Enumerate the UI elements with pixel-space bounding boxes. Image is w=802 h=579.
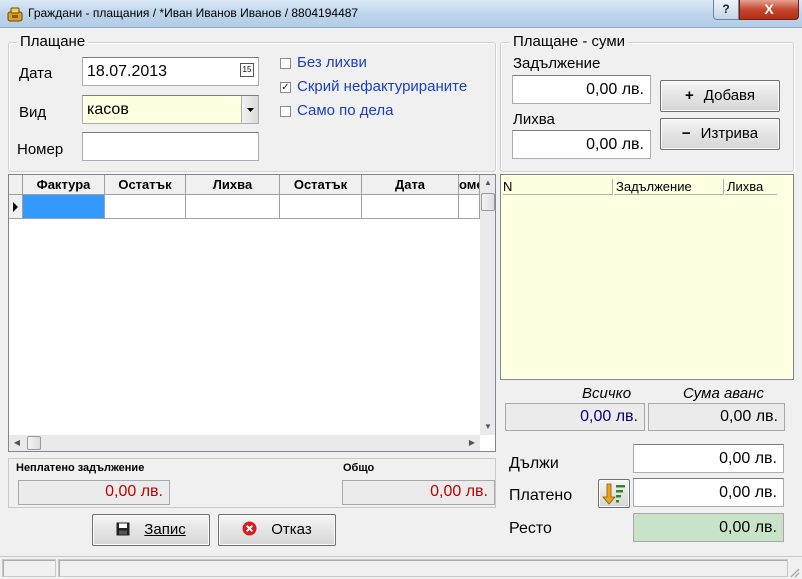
liability-label: Задължение — [513, 55, 601, 72]
save-button[interactable]: Запис — [92, 514, 210, 546]
delete-button[interactable]: − Изтрива — [660, 118, 780, 150]
help-button[interactable]: ? — [713, 0, 739, 20]
cases-only-label[interactable]: Само по дела — [297, 102, 394, 119]
row-pointer-icon — [13, 202, 18, 212]
scroll-thumb[interactable] — [481, 193, 495, 211]
grid-cell-selected[interactable] — [23, 195, 105, 219]
all-label: Всичко — [582, 385, 632, 402]
status-panel-2 — [58, 559, 788, 577]
total-value: 0,00 лв. — [342, 480, 495, 505]
type-value: касов — [87, 101, 129, 118]
grid-vertical-scrollbar[interactable]: ▲ ▼ — [480, 175, 495, 435]
add-label: Добавя — [703, 87, 755, 104]
add-button[interactable]: + Добавя — [660, 80, 780, 112]
cancel-icon — [242, 521, 257, 536]
window-title: Граждани - плащания / *Иван Иванов Ивано… — [28, 6, 359, 20]
status-bar — [0, 556, 802, 579]
grid-header-invoice[interactable]: Фактура — [23, 175, 105, 195]
number-label: Номер — [17, 141, 64, 158]
type-dropdown-button[interactable] — [241, 96, 258, 123]
change-value: 0,00 лв. — [633, 513, 784, 542]
owes-label: Дължи — [509, 455, 559, 472]
grid-header-date[interactable]: Дата — [362, 175, 459, 195]
sums-group-title: Плащане - суми — [510, 33, 629, 50]
hide-uninvoiced-checkbox[interactable]: ✓ — [280, 82, 291, 93]
advance-value: 0,00 лв. — [648, 403, 785, 431]
all-value: 0,00 лв. — [505, 403, 645, 431]
plus-icon: + — [685, 87, 694, 104]
scroll-left-arrow[interactable]: ◀ — [9, 435, 25, 451]
status-panel-1 — [2, 559, 56, 577]
close-button[interactable]: X — [739, 0, 799, 20]
type-label: Вид — [19, 104, 47, 121]
scroll-down-arrow[interactable]: ▼ — [480, 419, 495, 435]
scroll-thumb-horizontal[interactable] — [27, 436, 41, 450]
grid-cell[interactable] — [186, 195, 280, 219]
grid-row-indicator — [9, 195, 23, 219]
unpaid-value: 0,00 лв. — [18, 480, 170, 505]
grid-cell[interactable] — [459, 195, 480, 219]
sums-grid-header-n[interactable]: N — [503, 179, 613, 195]
invoices-grid[interactable]: Фактура Остатък Лихва Остатък Дата оме ▲… — [8, 174, 496, 452]
grid-header-partial[interactable]: оме — [459, 175, 480, 195]
cases-only-checkbox[interactable] — [280, 106, 291, 117]
minus-icon: − — [681, 125, 691, 142]
date-label: Дата — [19, 65, 53, 82]
grid-header-balance[interactable]: Остатък — [105, 175, 186, 195]
fill-paid-button[interactable] — [598, 479, 630, 508]
advance-label: Сума аванс — [683, 385, 764, 402]
hide-uninvoiced-label[interactable]: Скрий нефактурираните — [297, 78, 467, 95]
scroll-up-arrow[interactable]: ▲ — [480, 175, 495, 191]
floppy-disk-icon — [116, 522, 130, 536]
unpaid-label: Неплатено задължение — [16, 462, 145, 474]
type-select[interactable]: касов — [82, 95, 259, 124]
paid-label: Платено — [509, 487, 573, 504]
liability-field[interactable]: 0,00 лв. — [512, 75, 651, 104]
cancel-button[interactable]: Отказ — [218, 514, 336, 546]
scroll-right-arrow[interactable]: ▶ — [464, 435, 480, 451]
grid-header-interest[interactable]: Лихва — [186, 175, 280, 195]
no-interest-checkbox[interactable] — [280, 58, 291, 69]
resize-grip-icon[interactable] — [788, 566, 800, 578]
grid-cell[interactable] — [105, 195, 186, 219]
title-bar[interactable]: Граждани - плащания / *Иван Иванов Ивано… — [0, 0, 802, 28]
sums-grid-header-liability[interactable]: Задължение — [614, 179, 724, 195]
grid-cell[interactable] — [280, 195, 362, 219]
grid-horizontal-scrollbar[interactable]: ◀ ▶ — [9, 435, 480, 451]
grid-header-balance-2[interactable]: Остатък — [280, 175, 362, 195]
interest-label: Лихва — [513, 111, 555, 128]
sums-grid-header-interest[interactable]: Лихва — [725, 179, 777, 195]
chevron-down-icon — [247, 108, 254, 112]
owes-field[interactable]: 0,00 лв. — [633, 444, 784, 473]
sums-grid[interactable]: N Задължение Лихва — [500, 174, 794, 380]
date-value: 18.07.2013 — [87, 63, 168, 80]
interest-field[interactable]: 0,00 лв. — [512, 130, 651, 159]
date-field[interactable]: 18.07.2013 — [82, 57, 259, 86]
delete-label: Изтрива — [700, 125, 759, 142]
grid-cell[interactable] — [362, 195, 459, 219]
app-icon — [7, 7, 23, 22]
save-label: Запис — [144, 521, 186, 538]
cancel-label: Отказ — [271, 521, 312, 538]
paid-field[interactable]: 0,00 лв. — [633, 478, 784, 507]
sort-down-icon — [602, 483, 625, 505]
total-label: Общо — [343, 462, 375, 474]
no-interest-label[interactable]: Без лихви — [297, 54, 367, 71]
number-field[interactable] — [82, 132, 259, 161]
payment-group-title: Плащане — [17, 33, 89, 50]
calendar-icon[interactable]: 15 — [240, 63, 254, 77]
grid-row-indicator-header — [9, 175, 23, 195]
change-label: Ресто — [509, 520, 552, 537]
